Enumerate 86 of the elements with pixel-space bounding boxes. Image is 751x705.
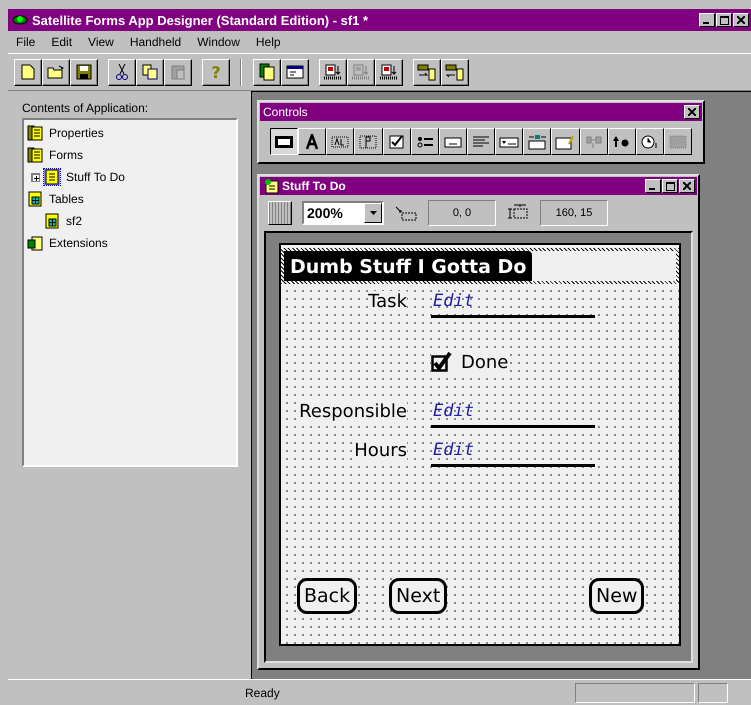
ink-tool-icon	[555, 134, 576, 150]
checkbox-label: Done	[461, 352, 508, 372]
puzzle-icon	[27, 235, 43, 251]
toolbar-button[interactable]	[253, 58, 281, 86]
close-icon	[737, 16, 745, 24]
list-tool-icon	[471, 134, 492, 150]
toolbar-button[interactable]	[281, 58, 309, 86]
device-icon	[379, 63, 399, 81]
toolbar-button[interactable]	[14, 58, 42, 86]
form-title: Dumb Stuff I Gotta Do	[284, 251, 532, 281]
page-icon	[21, 64, 35, 80]
size-readout: 160, 15	[540, 200, 608, 226]
close-button[interactable]	[733, 13, 749, 27]
expand-icon[interactable]	[31, 172, 40, 182]
tree-item[interactable]: Properties	[27, 122, 233, 144]
panel-label: Contents of Application:	[22, 101, 150, 115]
grid-tool-icon	[668, 134, 688, 150]
tree-item[interactable]: Forms	[27, 144, 233, 166]
toolbar-button[interactable]	[136, 58, 164, 86]
book-icon	[27, 125, 43, 141]
window-title: Stuff To Do	[282, 179, 347, 193]
position-readout: 0, 0	[428, 200, 496, 226]
checkbox[interactable]	[431, 351, 453, 373]
edit-field[interactable]: Edit	[431, 401, 595, 428]
toolbar-button[interactable]	[42, 58, 70, 86]
label-tool-icon	[274, 134, 294, 150]
form-button[interactable]: Back	[297, 578, 358, 614]
pages-icon	[259, 63, 275, 81]
menu-item[interactable]: Help	[248, 35, 289, 49]
tree-item[interactable]: Stuff To Do	[64, 169, 127, 185]
menu-item[interactable]: File	[8, 35, 44, 49]
tree-item[interactable]: sf2	[64, 213, 84, 229]
tree-item[interactable]: Extensions	[27, 232, 233, 254]
window-icon	[286, 65, 304, 79]
form-icon	[263, 178, 279, 194]
menu-item[interactable]: View	[80, 35, 122, 49]
shape-tool-icon	[584, 134, 604, 150]
close-icon	[683, 182, 691, 190]
transfer-icon	[445, 63, 465, 81]
toolbar-button[interactable]	[375, 58, 403, 86]
paste-tool-icon	[358, 134, 378, 150]
device-icon	[351, 63, 371, 81]
window-title: Controls	[263, 105, 309, 119]
scissors-icon	[116, 63, 128, 81]
field-label: Responsible	[299, 401, 407, 423]
tool-button[interactable]	[270, 128, 298, 155]
tree-item[interactable]: Tables	[27, 188, 233, 210]
maximize-icon	[666, 182, 674, 190]
window-title: Satellite Forms App Designer (Standard Edition) - sf1 *	[32, 12, 370, 28]
status-panel	[698, 682, 728, 702]
maximize-button[interactable]	[662, 179, 678, 193]
satellite-icon	[12, 13, 28, 27]
close-button[interactable]	[684, 105, 700, 119]
toolbar-button[interactable]	[108, 58, 136, 86]
toolbar-button[interactable]	[441, 58, 469, 86]
grid-button[interactable]	[268, 201, 292, 225]
toolbar-button[interactable]	[70, 58, 98, 86]
maximize-button[interactable]	[716, 13, 732, 27]
field-label: Hours	[354, 440, 407, 462]
transfer-icon	[417, 63, 437, 81]
clipboard-icon	[170, 64, 186, 80]
menu-item[interactable]: Edit	[43, 35, 80, 49]
maximize-icon	[720, 16, 728, 24]
form-button[interactable]: New	[589, 578, 644, 614]
folder-icon	[47, 65, 65, 79]
minimize-button[interactable]	[699, 13, 715, 27]
zoom-dropdown[interactable]: 200%	[302, 201, 384, 225]
table-icon	[27, 191, 43, 207]
toolbar-button[interactable]	[413, 58, 441, 86]
position-icon	[394, 205, 418, 221]
lookup-tool-icon	[527, 134, 548, 150]
edit-field[interactable]: Edit	[431, 291, 595, 318]
close-button[interactable]	[679, 179, 695, 193]
status-text: Ready	[245, 686, 281, 700]
edit-field[interactable]: Edit	[431, 440, 595, 467]
close-icon	[688, 108, 696, 116]
minimize-button[interactable]	[645, 179, 661, 193]
caret-icon	[370, 211, 376, 215]
book-icon	[27, 147, 43, 163]
field-tool-icon	[330, 134, 350, 150]
menu-item[interactable]: Handheld	[122, 35, 190, 49]
copy-icon	[142, 64, 158, 80]
device-icon	[323, 63, 343, 81]
form-button[interactable]: Next	[389, 578, 448, 614]
toolbar-button[interactable]	[319, 58, 347, 86]
menu-item[interactable]: Window	[189, 35, 248, 49]
